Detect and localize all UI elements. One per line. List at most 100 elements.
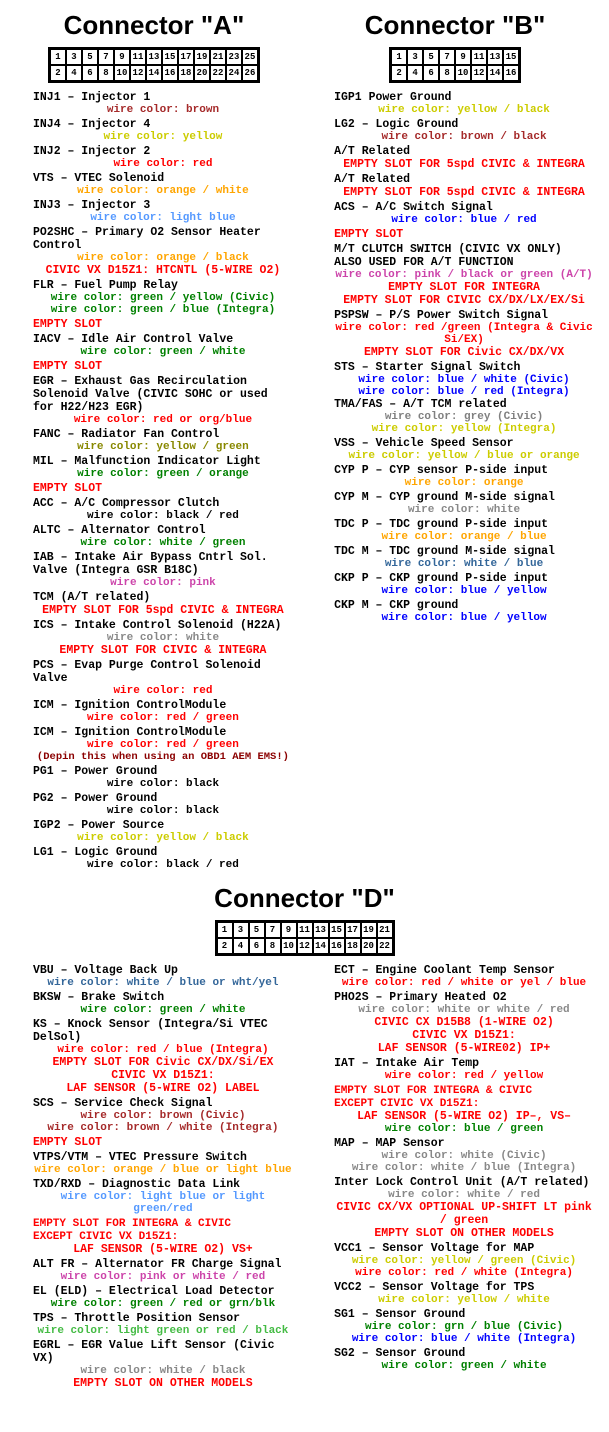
empty-slot-note: EMPTY SLOT FOR 5spd CIVIC & INTEGRA [33,604,293,617]
pin-name: VCC1 – Sensor Voltage for MAP [334,1242,594,1255]
pin-name: ACS – A/C Switch Signal [334,201,594,214]
list-item: PG1 – Power Ground wire color: black [33,765,293,790]
connector-a-list: INJ1 – Injector 1 wire color: brown INJ4… [15,91,293,871]
empty-slot-note: EMPTY SLOT FOR Civic CX/DX/Si/EX [33,1056,293,1069]
wire-color: wire color: blue / yellow [334,612,594,624]
pin-name: SG2 – Sensor Ground [334,1347,594,1360]
wire-color: wire color: grn / blue (Civic) [334,1321,594,1333]
connectors-top-section: Connector "A" 1 3 5 7 9 11 13 15 17 19 2… [15,10,594,873]
pin-a14: 14 [146,65,162,81]
wire-color: wire color: yellow / black [334,104,594,116]
pin-name: INJ1 – Injector 1 [33,91,293,104]
pin-a15: 15 [162,49,178,65]
connector-d-list-left: VBU – Voltage Back Up wire color: white … [15,964,293,1390]
connector-a-title: Connector "A" [15,10,293,41]
pin-b7: 7 [439,49,455,65]
pin-a11: 11 [130,49,146,65]
pin-name: VSS – Vehicle Speed Sensor [334,437,594,450]
list-item: CKP M – CKP ground wire color: blue / ye… [334,599,594,624]
wire-color-2: wire color: white / blue (Integra) [334,1162,594,1174]
list-item: EMPTY SLOT [33,318,293,331]
wire-color: wire color: white / green [33,537,293,549]
wire-color: wire color: blue / green [334,1123,594,1135]
list-item: IAT – Intake Air Temp wire color: red / … [334,1057,594,1082]
list-item: INJ1 – Injector 1 wire color: brown [33,91,293,116]
list-item: Inter Lock Control Unit (A/T related) wi… [334,1176,594,1240]
list-item: TCM (A/T related) EMPTY SLOT FOR 5spd CI… [33,591,293,617]
civic-vx-note: CIVIC VX D15Z1: [33,1069,293,1082]
list-item: TPS – Throttle Position Sensor wire colo… [33,1312,293,1337]
pin-b14: 14 [487,65,503,81]
list-item: INJ4 – Injector 4 wire color: yellow [33,118,293,143]
list-item: IGP1 Power Ground wire color: yellow / b… [334,91,594,116]
list-item: VBU – Voltage Back Up wire color: white … [33,964,293,989]
pin-b5: 5 [423,49,439,65]
list-item: VTS – VTEC Solenoid wire color: orange /… [33,172,293,197]
list-item: CKP P – CKP ground P-side input wire col… [334,572,594,597]
wire-color: wire color: white [33,632,293,644]
wire-color: wire color: white / black [33,1365,293,1377]
list-item: VTPS/VTM – VTEC Pressure Switch wire col… [33,1151,293,1176]
pin-name: CYP M – CYP ground M-side signal [334,491,594,504]
pin-b3: 3 [407,49,423,65]
pin-a16: 16 [162,65,178,81]
list-item: EGRL – EGR Value Lift Sensor (Civic VX) … [33,1339,293,1390]
pin-name: IAB – Intake Air Bypass Cntrl Sol. Valve… [33,551,293,577]
wire-color: wire color: green / white [33,1004,293,1016]
wire-color: wire color: orange [334,477,594,489]
wire-color: wire color: blue / red [334,214,594,226]
pin-b15: 15 [503,49,519,65]
wire-color: wire color: brown / black [334,131,594,143]
pin-name: IGP2 – Power Source [33,819,293,832]
list-item: EMPTY SLOT [33,482,293,495]
list-item: ALTC – Alternator Control wire color: wh… [33,524,293,549]
pin-a9: 9 [114,49,130,65]
empty-slot-note: EMPTY SLOT ON OTHER MODELS [33,1377,293,1390]
list-item: TXD/RXD – Diagnostic Data Link wire colo… [33,1178,293,1215]
pin-name: BKSW – Brake Switch [33,991,293,1004]
connector-d-section: Connector "D" 1 3 5 7 9 11 13 15 17 19 2… [15,883,594,1392]
pin-d14: 14 [313,938,329,954]
pin-name: EGR – Exhaust Gas Recirculation Solenoid… [33,375,293,414]
pin-name: ECT – Engine Coolant Temp Sensor [334,964,594,977]
pin-name: PG2 – Power Ground [33,792,293,805]
pin-a20: 20 [194,65,210,81]
civic-note: CIVIC CX/VX OPTIONAL UP-SHIFT LT pink / … [334,1201,594,1227]
list-item: STS – Starter Signal Switch wire color: … [334,361,594,435]
list-item: KS – Knock Sensor (Integra/Si VTEC DelSo… [33,1018,293,1095]
pin-name: INJ2 – Injector 2 [33,145,293,158]
wire-color: wire color: white / blue or wht/yel [33,977,293,989]
connector-d-right: ECT – Engine Coolant Temp Sensor wire co… [316,964,594,1392]
pin-name: FLR – Fuel Pump Relay [33,279,293,292]
pin-b11: 11 [471,49,487,65]
pin-name: TPS – Throttle Position Sensor [33,1312,293,1325]
list-item: VSS – Vehicle Speed Sensor wire color: y… [334,437,594,462]
list-item: FLR – Fuel Pump Relay wire color: green … [33,279,293,316]
empty-slot-note: EMPTY SLOT FOR INTEGRA [334,281,594,294]
pin-a6: 6 [82,65,98,81]
laf-vs: LAF SENSOR (5-WIRE O2) VS+ [33,1243,293,1256]
pin-name: VTS – VTEC Solenoid [33,172,293,185]
list-item: SG1 – Sensor Ground wire color: grn / bl… [334,1308,594,1345]
wire-color: wire color: yellow / green [33,441,293,453]
pin-name: INJ3 – Injector 3 [33,199,293,212]
pin-name: TDC M – TDC ground M-side signal [334,545,594,558]
wire-color: wire color: green / red or grn/blk [33,1298,293,1310]
wire-color: wire color: pink or white / red [33,1271,293,1283]
wire-tma2: wire color: yellow (Integra) [334,423,594,435]
empty-slot-note2: EMPTY SLOT FOR CIVIC CX/DX/LX/EX/Si [334,294,594,307]
civic-note: CIVIC CX D15B8 (1-WIRE O2) [334,1016,594,1029]
list-item: LG2 – Logic Ground wire color: brown / b… [334,118,594,143]
list-item: EMPTY SLOT [33,1136,293,1149]
pin-b8: 8 [439,65,455,81]
wire-color-2: wire color: red / white (Integra) [334,1267,594,1279]
wire-color: wire color: red or org/blue [33,414,293,426]
pin-name: FANC – Radiator Fan Control [33,428,293,441]
wire-color: wire color: red [33,685,293,697]
wire-color: wire color: blue / white (Civic) [334,374,594,386]
wire-color: wire color: pink / black or green (A/T) [334,269,594,281]
pin-name: CKP P – CKP ground P-side input [334,572,594,585]
wire-color: wire color: green / white [334,1360,594,1372]
pin-name: PHO2S – Primary Heated O2 [334,991,594,1004]
wire-color: wire color: red / white or yel / blue [334,977,594,989]
